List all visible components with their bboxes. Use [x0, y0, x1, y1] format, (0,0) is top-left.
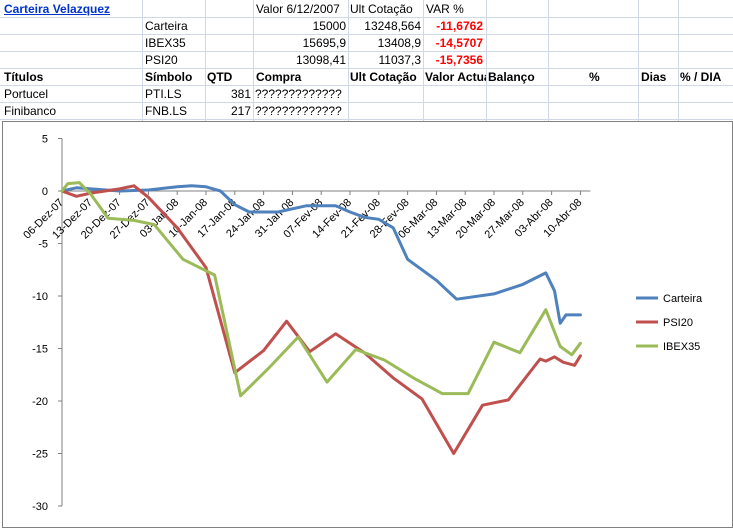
- sheet-title-link[interactable]: Carteira Velazquez: [4, 0, 142, 18]
- summary-ult[interactable]: 11037,3: [348, 51, 422, 69]
- legend-label: PSI20: [663, 317, 693, 329]
- header-ult-cotacao[interactable]: Ult Cotação: [350, 0, 422, 18]
- y-tick-label: -10: [32, 291, 48, 303]
- row-simbolo[interactable]: FNB.LS: [145, 102, 205, 120]
- summary-valor[interactable]: 15695,9: [253, 34, 346, 52]
- summary-var[interactable]: -15,7356: [423, 51, 483, 69]
- summary-var[interactable]: -14,5707: [423, 34, 483, 52]
- summary-ult[interactable]: 13408,9: [348, 34, 421, 52]
- row-qtd[interactable]: 217: [205, 102, 251, 120]
- legend-label: IBEX35: [663, 341, 700, 353]
- y-tick-label: -15: [32, 344, 48, 356]
- col-header-compra[interactable]: Compra: [256, 68, 348, 86]
- col-header-percent[interactable]: %: [589, 68, 609, 86]
- chart-canvas: 50-5-10-15-20-25-3006-Dez-0713-Dez-0720-…: [21, 134, 703, 514]
- summary-ult[interactable]: 13248,564: [348, 17, 421, 35]
- col-header-titulos[interactable]: Títulos: [4, 68, 142, 86]
- header-var[interactable]: VAR %: [426, 0, 486, 18]
- col-header-simbolo[interactable]: Símbolo: [145, 68, 205, 86]
- col-header-percent-dia[interactable]: % / DIA: [680, 68, 733, 86]
- row-qtd[interactable]: 381: [205, 85, 251, 103]
- header-valor[interactable]: Valor 6/12/2007: [256, 0, 348, 18]
- col-header-balanco[interactable]: Balanço: [488, 68, 548, 86]
- y-tick-label: -20: [32, 396, 48, 408]
- y-tick-label: -30: [32, 501, 48, 513]
- col-header-dias[interactable]: Dias: [641, 68, 678, 86]
- y-tick-label: -25: [32, 449, 48, 461]
- summary-var[interactable]: -11,6762: [423, 17, 483, 35]
- row-compra[interactable]: ?????????????: [255, 85, 348, 103]
- y-tick-label: 0: [42, 186, 48, 198]
- row-titulo[interactable]: Finibanco: [4, 102, 142, 120]
- summary-name[interactable]: Carteira: [145, 17, 205, 35]
- summary-valor[interactable]: 15000: [253, 17, 346, 35]
- col-header-valor-actual[interactable]: Valor Actual: [425, 68, 486, 86]
- summary-name[interactable]: PSI20: [145, 51, 205, 69]
- summary-name[interactable]: IBEX35: [145, 34, 205, 52]
- col-header-qtd[interactable]: QTD: [207, 68, 253, 86]
- performance-chart[interactable]: 5 0 -5 -10 -15 -20 -25 -30 06-Dez-07 13-Dez-07 20-…: [2, 121, 733, 528]
- row-titulo[interactable]: Portucel: [4, 85, 142, 103]
- row-simbolo[interactable]: PTI.LS: [145, 85, 205, 103]
- summary-valor[interactable]: 13098,41: [253, 51, 346, 69]
- y-tick-label: 5: [42, 134, 48, 146]
- legend-label: Carteira: [663, 293, 703, 305]
- y-tick-label: -5: [38, 239, 48, 251]
- col-header-ult-cotacao[interactable]: Ult Cotação: [350, 68, 423, 86]
- row-compra[interactable]: ?????????????: [255, 102, 348, 120]
